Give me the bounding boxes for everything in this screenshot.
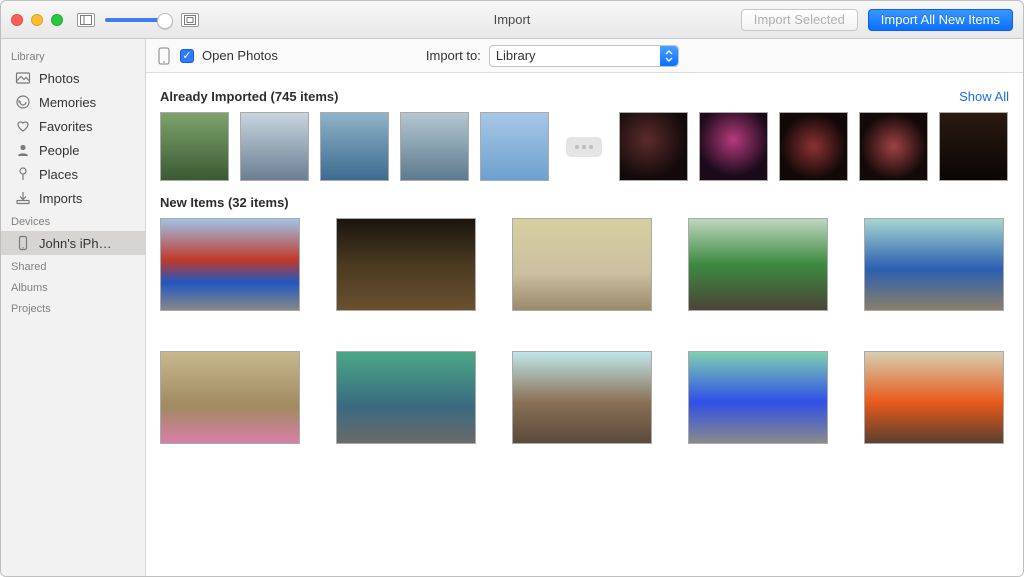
titlebar-right-controls: Import Selected Import All New Items [741, 9, 1013, 31]
thumbnail[interactable] [512, 351, 652, 444]
content-scroll[interactable]: Already Imported (745 items) Show All [146, 73, 1023, 576]
section-header-new-items: New Items (32 items) [160, 195, 1009, 210]
sidebar-header-albums[interactable]: Albums [1, 276, 145, 297]
import-selected-button[interactable]: Import Selected [741, 9, 858, 31]
sidebar-item-label: People [39, 143, 79, 158]
window-body: Library Photos Memories Favorites People… [1, 39, 1023, 576]
person-icon [15, 142, 31, 158]
app-window: Import Import Selected Import All New It… [0, 0, 1024, 577]
section-count: (32 items) [228, 195, 289, 210]
sidebar-toggle-button[interactable] [77, 13, 95, 27]
thumbnail-size-slider[interactable] [105, 18, 171, 22]
thumbnail[interactable] [619, 112, 688, 181]
thumbnail[interactable] [859, 112, 928, 181]
already-imported-row [160, 112, 1009, 181]
section-title: New Items (32 items) [160, 195, 289, 210]
sidebar-item-label: Memories [39, 95, 96, 110]
section-title-text: Already Imported [160, 89, 267, 104]
thumbnail[interactable] [512, 218, 652, 311]
thumbnail[interactable] [160, 112, 229, 181]
aspect-toggle-button[interactable] [181, 13, 199, 27]
download-icon [15, 190, 31, 206]
main-panel: ✓ Open Photos Import to: Library [146, 39, 1023, 576]
import-to-label: Import to: [426, 48, 481, 63]
import-to-select[interactable]: Library [489, 45, 679, 67]
window-title: Import [494, 12, 531, 27]
show-all-link[interactable]: Show All [959, 89, 1009, 104]
section-count: (745 items) [271, 89, 339, 104]
pin-icon [15, 166, 31, 182]
section-title-text: New Items [160, 195, 224, 210]
fullscreen-window-button[interactable] [51, 14, 63, 26]
titlebar: Import Import Selected Import All New It… [1, 1, 1023, 39]
heart-icon [15, 118, 31, 134]
thumbnail[interactable] [480, 112, 549, 181]
new-items-grid [160, 218, 1009, 444]
close-window-button[interactable] [11, 14, 23, 26]
sidebar-item-memories[interactable]: Memories [1, 90, 145, 114]
import-all-button[interactable]: Import All New Items [868, 9, 1013, 31]
thumbnail[interactable] [160, 218, 300, 311]
sidebar: Library Photos Memories Favorites People… [1, 39, 146, 576]
thumbnail[interactable] [320, 112, 389, 181]
thumbnail[interactable] [240, 112, 309, 181]
titlebar-left-controls [77, 13, 199, 27]
thumbnail[interactable] [699, 112, 768, 181]
sidebar-item-places[interactable]: Places [1, 162, 145, 186]
thumbnail[interactable] [779, 112, 848, 181]
more-thumbnails-button[interactable] [566, 137, 602, 157]
chevron-updown-icon [660, 46, 678, 66]
iphone-icon [15, 235, 31, 251]
thumbnail[interactable] [160, 351, 300, 444]
open-photos-label[interactable]: Open Photos [202, 48, 278, 63]
minimize-window-button[interactable] [31, 14, 43, 26]
section-title: Already Imported (745 items) [160, 89, 338, 104]
sidebar-item-device[interactable]: John's iPh… [1, 231, 145, 255]
thumbnail[interactable] [864, 218, 1004, 311]
sidebar-item-photos[interactable]: Photos [1, 66, 145, 90]
import-to-selected-value: Library [496, 48, 536, 63]
sidebar-item-label: Favorites [39, 119, 92, 134]
main-toolbar: ✓ Open Photos Import to: Library [146, 39, 1023, 73]
thumbnail[interactable] [939, 112, 1008, 181]
sidebar-header-shared[interactable]: Shared [1, 255, 145, 276]
sidebar-item-label: Imports [39, 191, 82, 206]
sidebar-item-imports[interactable]: Imports [1, 186, 145, 210]
sidebar-header-library: Library [1, 45, 145, 66]
memories-icon [15, 94, 31, 110]
device-icon [156, 46, 172, 66]
thumbnail[interactable] [336, 218, 476, 311]
sidebar-item-favorites[interactable]: Favorites [1, 114, 145, 138]
thumbnail[interactable] [864, 351, 1004, 444]
thumbnail[interactable] [400, 112, 469, 181]
sidebar-item-label: John's iPh… [39, 236, 112, 251]
open-photos-checkbox[interactable]: ✓ [180, 49, 194, 63]
sidebar-item-people[interactable]: People [1, 138, 145, 162]
window-controls [11, 14, 63, 26]
thumbnail[interactable] [688, 218, 828, 311]
sidebar-header-devices: Devices [1, 210, 145, 231]
sidebar-item-label: Places [39, 167, 78, 182]
section-header-already-imported: Already Imported (745 items) Show All [160, 89, 1009, 104]
thumbnail[interactable] [336, 351, 476, 444]
import-to-group: Import to: Library [426, 45, 679, 67]
sidebar-item-label: Photos [39, 71, 79, 86]
photos-icon [15, 70, 31, 86]
sidebar-header-projects[interactable]: Projects [1, 297, 145, 318]
thumbnail[interactable] [688, 351, 828, 444]
